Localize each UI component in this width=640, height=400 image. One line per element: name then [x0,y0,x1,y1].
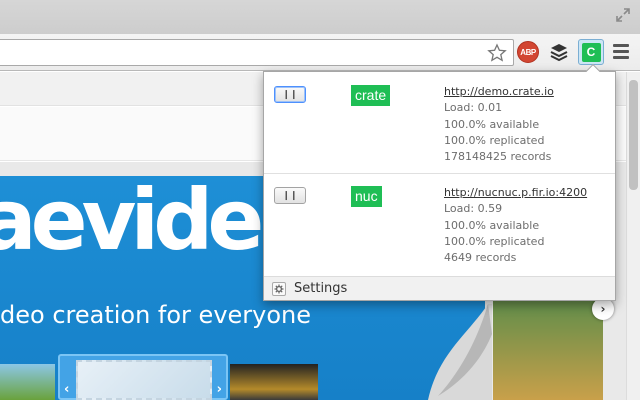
address-bar[interactable] [0,39,514,66]
pause-button[interactable]: ❙❙ [274,187,306,204]
chevron-right-icon[interactable]: › [592,298,614,320]
cluster-replicated: 100.0% replicated [444,234,545,248]
cluster-load: Load: 0.59 [444,202,503,216]
scroll-thumb[interactable] [629,80,638,190]
cluster-records: 4649 records [444,251,517,265]
thumbnail[interactable] [230,364,318,400]
chevron-right-icon[interactable]: › [217,382,222,397]
cluster-replicated: 100.0% replicated [444,133,545,147]
cluster-url-link[interactable]: http://demo.crate.io [444,84,554,100]
crate-extension-icon: C [581,42,601,62]
cluster-load: Load: 0.01 [444,101,503,115]
browser-titlebar [0,0,640,34]
cluster-available: 100.0% available [444,218,540,232]
adblock-plus-icon[interactable]: ABP [517,41,539,63]
crate-status-popup: ❙❙ crate http://demo.crate.io Load: 0.01… [263,63,616,301]
page-curl-graphic [428,304,492,400]
pause-icon: ❙❙ [282,190,298,201]
abp-label: ABP [520,47,536,57]
cluster-available: 100.0% available [444,117,540,131]
popup-footer: Settings [264,276,615,300]
pause-button[interactable]: ❙❙ [274,86,306,103]
buffer-icon[interactable] [548,41,570,63]
crate-extension-button[interactable]: C [578,39,604,65]
expand-icon[interactable] [614,6,632,24]
cluster-name-badge: crate [351,85,391,106]
thumbnail-selected[interactable]: ‹ › [58,354,228,400]
pause-icon: ❙❙ [282,89,298,100]
cluster-name-badge: nuc [351,186,382,207]
thumbnail-strip: ‹ › [0,354,425,400]
cluster-item: ❙❙ crate http://demo.crate.io Load: 0.01… [264,80,615,170]
bookmark-star-icon[interactable] [487,43,507,63]
gear-icon[interactable] [272,282,286,296]
chrome-menu-icon[interactable] [613,44,629,60]
settings-link[interactable]: Settings [294,281,347,296]
vertical-scrollbar[interactable] [626,72,640,400]
chevron-left-icon[interactable]: ‹ [64,382,69,397]
cluster-records: 178148425 records [444,150,552,164]
browser-toolbar [0,34,640,71]
cluster-divider [264,173,615,174]
cluster-item: ❙❙ nuc http://nucnuc.p.fir.io:4200 Load:… [264,181,615,271]
cluster-info: http://nucnuc.p.fir.io:4200 Load: 0.59 1… [444,185,587,266]
thumbnail-photo [76,360,212,400]
thumbnail[interactable] [0,364,55,400]
hero-logo: aevide [0,176,264,269]
hero-tagline: deo creation for everyone [0,301,312,329]
cluster-info: http://demo.crate.io Load: 0.01 100.0% a… [444,84,554,165]
cluster-url-link[interactable]: http://nucnuc.p.fir.io:4200 [444,185,587,201]
